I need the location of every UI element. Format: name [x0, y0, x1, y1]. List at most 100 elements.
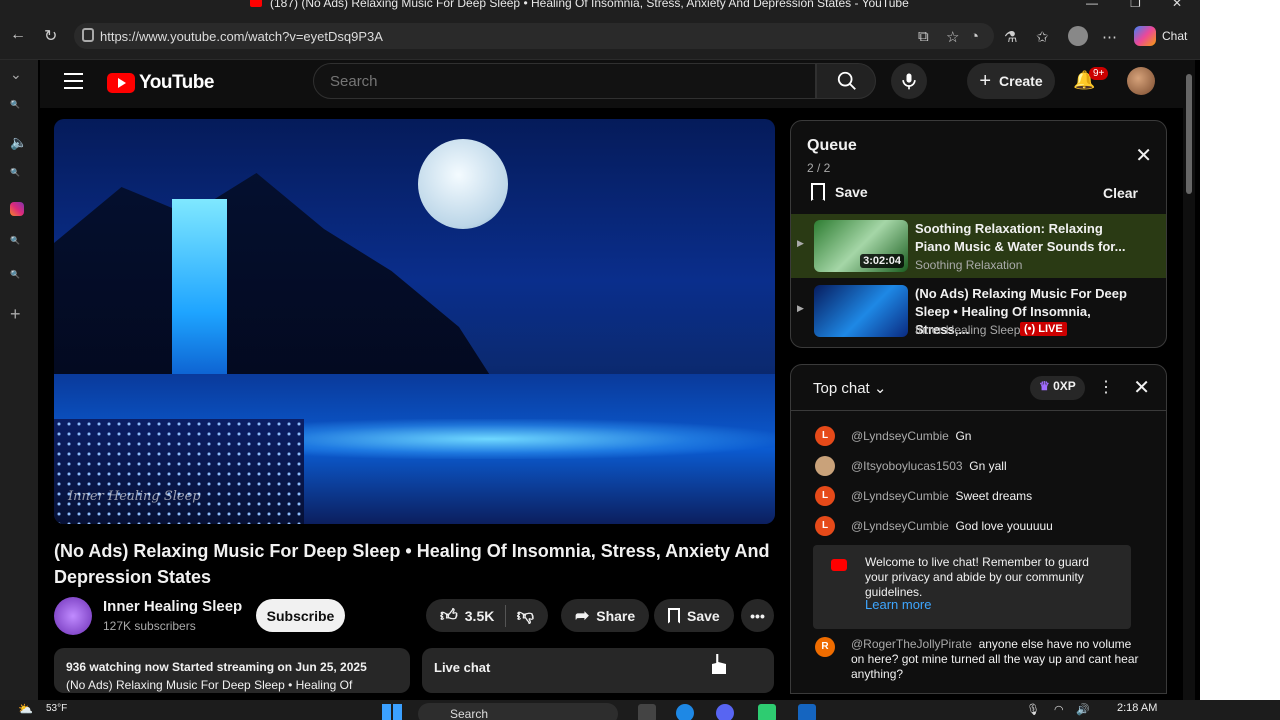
profile-avatar-icon[interactable]	[1068, 26, 1088, 46]
more-actions-button[interactable]: •••	[741, 599, 774, 632]
live-badge: (•) LIVE	[1020, 322, 1067, 336]
queue-close-icon[interactable]: ✕	[1135, 143, 1152, 168]
live-label: LIVE	[1038, 323, 1063, 335]
search-input[interactable]	[314, 64, 815, 99]
user-avatar[interactable]	[815, 456, 835, 476]
weather-icon[interactable]: ⛅	[18, 702, 33, 716]
discord-icon[interactable]	[716, 704, 734, 720]
url-text[interactable]: https://www.youtube.com/watch?v=eyetDsq9…	[100, 29, 383, 44]
account-avatar[interactable]	[1127, 67, 1155, 95]
favorite-star-icon[interactable]: ☆	[946, 28, 959, 46]
video-player[interactable]: Inner Healing Sleep	[54, 119, 775, 524]
channel-avatar[interactable]	[54, 597, 92, 635]
extensions-icon[interactable]: ⚗	[1004, 28, 1017, 46]
description-stats: 936 watching now Started streaming on Ju…	[66, 660, 367, 674]
youtube-header: YouTube + Create 🔔 9+	[40, 60, 1183, 108]
page-scrollbar[interactable]	[1183, 60, 1195, 700]
minimize-icon[interactable]: —	[1086, 0, 1098, 10]
refresh-icon[interactable]: ↻	[44, 26, 57, 46]
volume-icon[interactable]: 🔊	[1076, 703, 1090, 716]
video-title: (No Ads) Relaxing Music For Deep Sleep •…	[54, 541, 770, 587]
microphone-tray-icon[interactable]: 🎙	[1026, 703, 1040, 716]
subscribe-button[interactable]: Subscribe	[256, 599, 345, 632]
user-avatar[interactable]: L	[815, 486, 835, 506]
search-small-icon[interactable]: 🔍	[10, 100, 20, 109]
save-label: Save	[687, 607, 720, 624]
queue-clear-button[interactable]: Clear	[1103, 185, 1138, 201]
microphone-icon	[902, 73, 916, 90]
chat-username[interactable]: @LyndseyCumbie	[851, 429, 949, 443]
restore-icon[interactable]: ❐	[1130, 0, 1141, 10]
queue-thumbnail: 3:02:04	[814, 220, 908, 272]
youtube-logo[interactable]: YouTube	[107, 72, 214, 94]
queue-item[interactable]: ▶ 3:02:04 Soothing Relaxation: Relaxing …	[791, 214, 1166, 278]
close-window-icon[interactable]: ✕	[1172, 0, 1182, 10]
xp-badge[interactable]: ♛ 0XP	[1030, 376, 1085, 400]
edge-icon[interactable]	[676, 704, 694, 720]
app-icon[interactable]	[798, 704, 816, 720]
chat-username[interactable]: @RogerTheJollyPirate	[851, 637, 972, 651]
weather-temp: 53°F	[46, 703, 68, 714]
wifi-icon[interactable]: ◠	[1054, 703, 1064, 716]
menu-icon[interactable]	[64, 73, 83, 89]
thumbs-down-icon[interactable]: 👎︎	[517, 605, 534, 626]
save-button[interactable]: Save	[654, 599, 734, 632]
window-title: (187) (No Ads) Relaxing Music For Deep S…	[270, 0, 909, 10]
add-icon[interactable]: +	[10, 304, 21, 325]
search-small-icon[interactable]: 🔍	[10, 270, 20, 279]
chat-mode-dropdown[interactable]: Top chat ⌄	[813, 379, 886, 397]
bookmark-icon	[811, 183, 825, 201]
logo-text: YouTube	[139, 72, 214, 93]
user-avatar[interactable]: R	[815, 637, 835, 657]
user-avatar[interactable]: L	[815, 516, 835, 536]
address-bar[interactable]: https://www.youtube.com/watch?v=eyetDsq9…	[74, 23, 994, 49]
queue-panel: Queue 2 / 2 ✕ Save Clear ▶ 3:02:04 Sooth…	[790, 120, 1167, 348]
subscriber-count: 127K subscribers	[103, 619, 196, 633]
chat-text: Sweet dreams	[955, 489, 1033, 503]
split-screen-icon[interactable]: ⧉	[918, 28, 929, 45]
search-button[interactable]	[816, 63, 876, 99]
chat-username[interactable]: @Itsyoboylucas1503	[851, 459, 963, 473]
create-button[interactable]: + Create	[967, 63, 1055, 99]
scrollbar-thumb[interactable]	[1186, 74, 1192, 194]
like-button[interactable]: 👍︎ 3.5K	[440, 605, 494, 626]
chat-more-icon[interactable]: ⋮	[1098, 377, 1114, 397]
queue-save-label: Save	[835, 184, 868, 200]
queue-item[interactable]: ▶ (No Ads) Relaxing Music For Deep Sleep…	[791, 279, 1166, 343]
instagram-icon[interactable]	[10, 202, 24, 216]
search-icon	[837, 71, 856, 90]
search-small-icon[interactable]: 🔍	[10, 236, 20, 245]
app-icon[interactable]	[758, 704, 776, 720]
learn-more-link[interactable]: Learn more	[865, 597, 931, 612]
chat-username[interactable]: @LyndseyCumbie	[851, 489, 949, 503]
chat-close-icon[interactable]: ✕	[1133, 375, 1150, 400]
chevron-down-icon[interactable]: ⌄	[10, 66, 22, 83]
collections-icon[interactable]: ✩	[1036, 28, 1049, 46]
search-box[interactable]	[313, 63, 816, 99]
speaker-icon[interactable]: 🔈	[10, 134, 27, 151]
queue-thumbnail	[814, 285, 908, 337]
description-box[interactable]: 936 watching now Started streaming on Ju…	[54, 648, 410, 693]
share-button[interactable]: ➦ Share	[561, 599, 650, 632]
chevron-down-icon: ⌄	[873, 380, 887, 397]
edge-sidebar: ⌄ 🔍 🔈 🔍 🔍 🔍 +	[0, 60, 38, 700]
queue-save-button[interactable]: Save	[811, 183, 868, 201]
site-info-icon[interactable]	[82, 28, 94, 42]
more-menu-icon[interactable]: ⋯	[1102, 28, 1117, 46]
task-view-icon[interactable]	[638, 704, 656, 720]
back-icon[interactable]: ←	[10, 26, 26, 44]
notification-icon[interactable]: ◔	[970, 28, 979, 45]
flowers-artwork	[54, 419, 304, 524]
share-arrow-icon: ➦	[575, 605, 590, 625]
more-horizontal-icon: •••	[750, 607, 765, 624]
copilot-chat-button[interactable]: Chat	[1134, 26, 1187, 46]
user-avatar[interactable]: L	[815, 426, 835, 446]
voice-search-button[interactable]	[891, 63, 927, 99]
chat-username[interactable]: @LyndseyCumbie	[851, 519, 949, 533]
xp-value: 0XP	[1053, 379, 1076, 393]
chat-text: Gn	[955, 429, 972, 443]
taskbar-search[interactable]: Search	[418, 703, 618, 720]
channel-name[interactable]: Inner Healing Sleep	[103, 598, 242, 615]
windows-start-icon[interactable]	[382, 704, 402, 720]
search-small-icon[interactable]: 🔍	[10, 168, 20, 177]
